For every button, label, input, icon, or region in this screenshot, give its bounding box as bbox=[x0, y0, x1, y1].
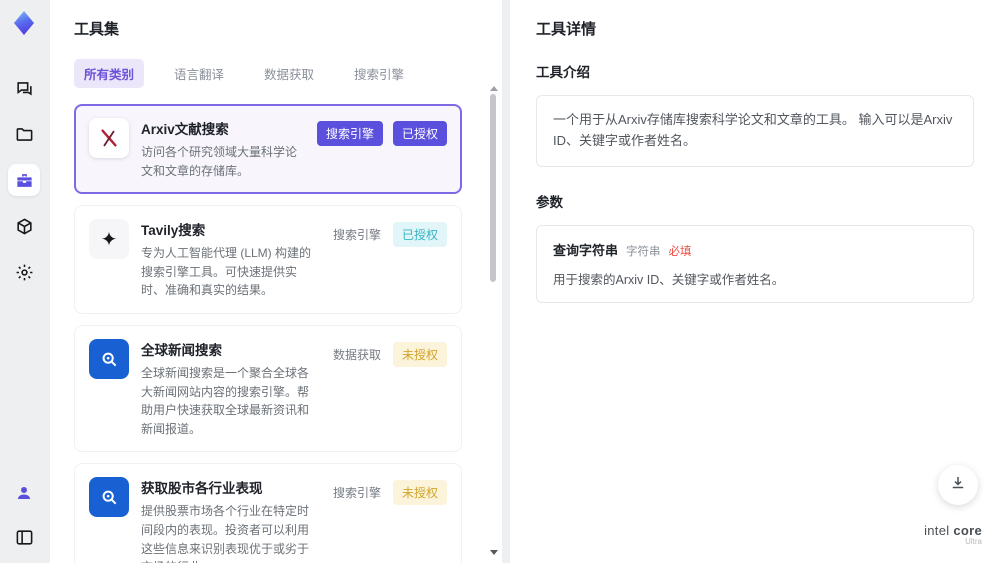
tab-data-fetch[interactable]: 数据获取 bbox=[254, 59, 324, 88]
sidebar-item-folder[interactable] bbox=[8, 118, 40, 150]
tab-search-engine[interactable]: 搜索引擎 bbox=[344, 59, 414, 88]
cube-icon bbox=[15, 217, 34, 236]
gear-icon bbox=[15, 263, 34, 282]
scrollbar-down-arrow[interactable] bbox=[490, 550, 498, 555]
intro-heading: 工具介绍 bbox=[536, 65, 590, 80]
param-card: 查询字符串 字符串 必填 用于搜索的Arxiv ID、关键字或作者姓名。 bbox=[536, 224, 974, 303]
tool-list: Arxiv文献搜索 访问各个研究领域大量科学论文和文章的存储库。 搜索引擎 已授… bbox=[74, 104, 478, 563]
category-badge: 搜索引擎 bbox=[316, 121, 383, 146]
tool-desc: 访问各个研究领域大量科学论文和文章的存储库。 bbox=[141, 145, 298, 178]
tool-detail-panel: 工具详情 工具介绍 一个用于从Arxiv存储库搜索科学论文和文章的工具。 输入可… bbox=[510, 0, 1000, 563]
search-app-icon bbox=[89, 477, 129, 518]
tool-desc: 专为人工智能代理 (LLM) 构建的搜索引擎工具。可快速提供实时、准确和真实的结… bbox=[141, 246, 312, 298]
app-logo bbox=[9, 8, 39, 38]
status-badge: 已授权 bbox=[392, 121, 447, 146]
arxiv-icon bbox=[89, 118, 129, 158]
tool-row-arxiv[interactable]: Arxiv文献搜索 访问各个研究领域大量科学论文和文章的存储库。 搜索引擎 已授… bbox=[74, 104, 462, 195]
param-required-flag: 必填 bbox=[668, 245, 692, 258]
intel-ultra-text: Ultra bbox=[965, 537, 982, 547]
param-desc: 用于搜索的Arxiv ID、关键字或作者姓名。 bbox=[553, 272, 785, 287]
status-badge: 已授权 bbox=[392, 222, 447, 248]
status-badge: 未授权 bbox=[392, 480, 447, 506]
tool-row-tavily[interactable]: ✦ Tavily搜索 专为人工智能代理 (LLM) 构建的搜索引擎工具。可快速提… bbox=[74, 205, 462, 314]
panel-toggle-icon bbox=[15, 528, 34, 547]
person-icon bbox=[15, 484, 33, 502]
category-tabs: 所有类别 语言翻译 数据获取 搜索引擎 bbox=[74, 59, 478, 88]
status-badge: 未授权 bbox=[392, 341, 447, 367]
scrollbar-thumb[interactable] bbox=[490, 94, 496, 282]
category-label: 数据获取 bbox=[332, 347, 381, 362]
download-button[interactable] bbox=[938, 465, 978, 505]
tool-desc: 全球新闻搜索是一个聚合全球各大新闻网站内容的搜索引擎。帮助用户快速获取全球最新资… bbox=[141, 365, 310, 436]
briefcase-icon bbox=[15, 171, 34, 190]
param-name: 查询字符串 bbox=[553, 242, 619, 258]
star-icon: ✦ bbox=[89, 219, 129, 260]
chat-icon bbox=[15, 79, 34, 98]
search-app-icon bbox=[89, 338, 129, 379]
tool-row-sector-performance[interactable]: 获取股市各行业表现 提供股票市场各个行业在特定时间段内的表现。投资者可以利用这些… bbox=[74, 463, 462, 563]
tool-row-global-news[interactable]: 全球新闻搜索 全球新闻搜索是一个聚合全球各大新闻网站内容的搜索引擎。帮助用户快速… bbox=[74, 324, 462, 453]
sidebar-item-models[interactable] bbox=[8, 210, 40, 242]
page-title: 工具集 bbox=[74, 21, 120, 38]
detail-title: 工具详情 bbox=[536, 21, 597, 38]
tool-list-panel: 工具集 所有类别 语言翻译 数据获取 搜索引擎 Arxiv文献搜索 访问各个研究… bbox=[50, 0, 502, 563]
category-label: 搜索引擎 bbox=[332, 486, 381, 501]
sidebar-item-chat[interactable] bbox=[8, 72, 40, 104]
tool-name: 获取股市各行业表现 bbox=[141, 481, 263, 497]
left-rail bbox=[0, 0, 48, 563]
intel-logo-text: intel bbox=[924, 522, 950, 538]
intel-core-badge: intel core Ultra bbox=[924, 522, 982, 547]
intel-core-text: core bbox=[949, 522, 982, 538]
logo-diamond-icon bbox=[14, 11, 34, 35]
tab-translation[interactable]: 语言翻译 bbox=[164, 59, 234, 88]
intro-text: 一个用于从Arxiv存储库搜索科学论文和文章的工具。 输入可以是Arxiv ID… bbox=[536, 95, 974, 167]
download-icon bbox=[949, 474, 967, 497]
scrollbar-up-arrow[interactable] bbox=[490, 86, 498, 91]
sidebar-item-collapse[interactable] bbox=[8, 521, 40, 553]
sidebar-item-profile[interactable] bbox=[8, 477, 40, 509]
folder-icon bbox=[15, 125, 34, 144]
tool-desc: 提供股票市场各个行业在特定时间段内的表现。投资者可以利用这些信息来识别表现优于或… bbox=[141, 504, 310, 563]
sidebar-item-toolbox[interactable] bbox=[8, 164, 40, 196]
tab-all-categories[interactable]: 所有类别 bbox=[74, 59, 145, 88]
category-label: 搜索引擎 bbox=[332, 228, 381, 243]
list-scrollbar[interactable] bbox=[489, 86, 498, 555]
param-type: 字符串 bbox=[626, 245, 661, 258]
tool-name: Tavily搜索 bbox=[141, 223, 206, 239]
sidebar-item-settings[interactable] bbox=[8, 256, 40, 288]
tool-name: 全球新闻搜索 bbox=[141, 342, 222, 358]
tool-name: Arxiv文献搜索 bbox=[141, 122, 229, 137]
params-heading: 参数 bbox=[536, 194, 563, 210]
